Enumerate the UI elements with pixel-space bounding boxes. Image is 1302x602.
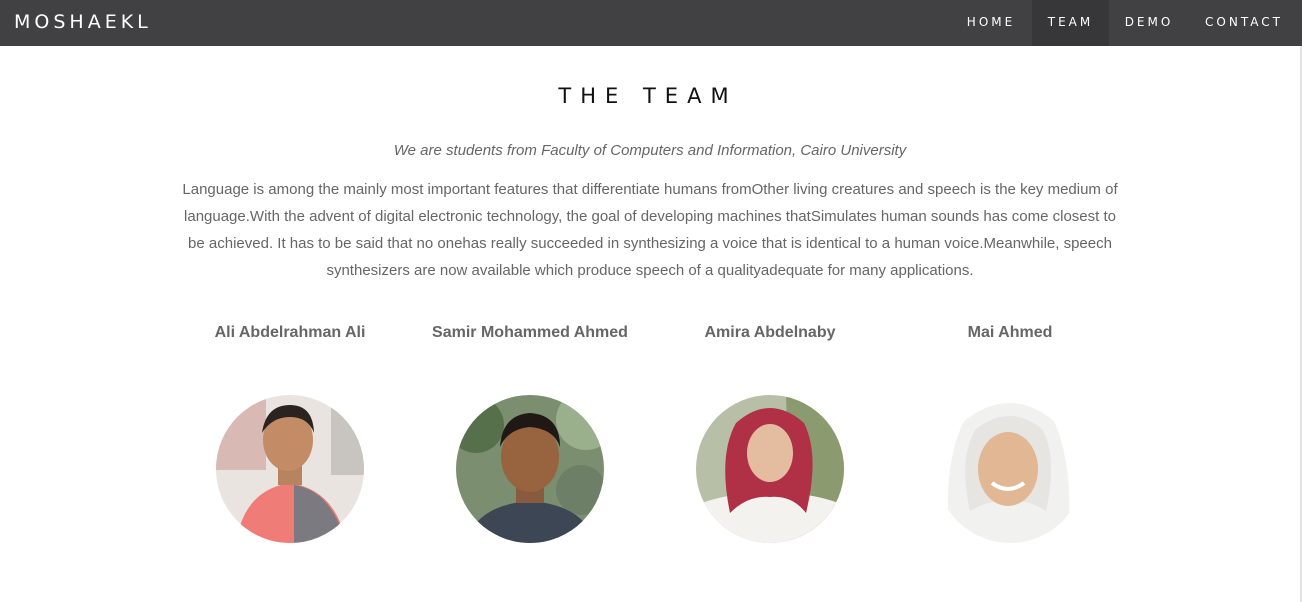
avatar-samir [456,395,604,543]
description-line: Language is among the mainly most import… [182,181,1118,198]
member-name-ali: Ali Abdelrahman Ali [214,324,366,341]
section-title: THE TEAM [558,84,738,108]
team-description: Language is among the mainly most import… [180,176,1120,284]
member-name-amira: Amira Abdelnaby [704,324,836,341]
avatar-amira [696,395,844,543]
member-name-mai: Mai Ahmed [967,324,1053,341]
description-line: language.With the advent of digital elec… [184,208,1116,225]
nav-item-contact[interactable]: CONTACT [1189,0,1299,46]
avatar-mai [936,395,1084,543]
avatar-ali [216,395,364,543]
nav-item-team[interactable]: TEAM [1032,0,1109,46]
description-line: be achieved. It has to be said that no o… [188,235,1112,252]
nav-item-demo[interactable]: DEMO [1109,0,1189,46]
brand-logo[interactable]: MOSHAEKL [14,11,152,33]
nav-item-home[interactable]: HOME [950,0,1032,46]
section-subtitle: We are students from Faculty of Computer… [393,142,907,159]
member-name-samir: Samir Mohammed Ahmed [432,324,628,341]
description-line: synthesizers are now available which pro… [326,262,974,279]
top-navbar: MOSHAEKL HOME TEAM DEMO CONTACT [0,0,1302,46]
